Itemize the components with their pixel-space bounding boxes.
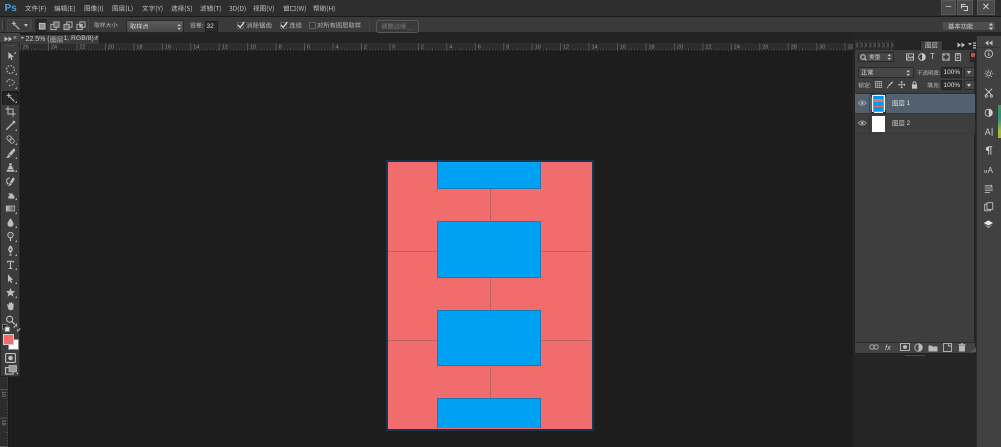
svg-text:18: 18 xyxy=(0,420,6,426)
svg-text:A: A xyxy=(985,127,991,136)
svg-text:A: A xyxy=(988,166,994,174)
svg-text:ɑ: ɑ xyxy=(984,169,987,174)
svg-text:32: 32 xyxy=(848,45,853,51)
svg-text:16: 16 xyxy=(0,391,6,397)
